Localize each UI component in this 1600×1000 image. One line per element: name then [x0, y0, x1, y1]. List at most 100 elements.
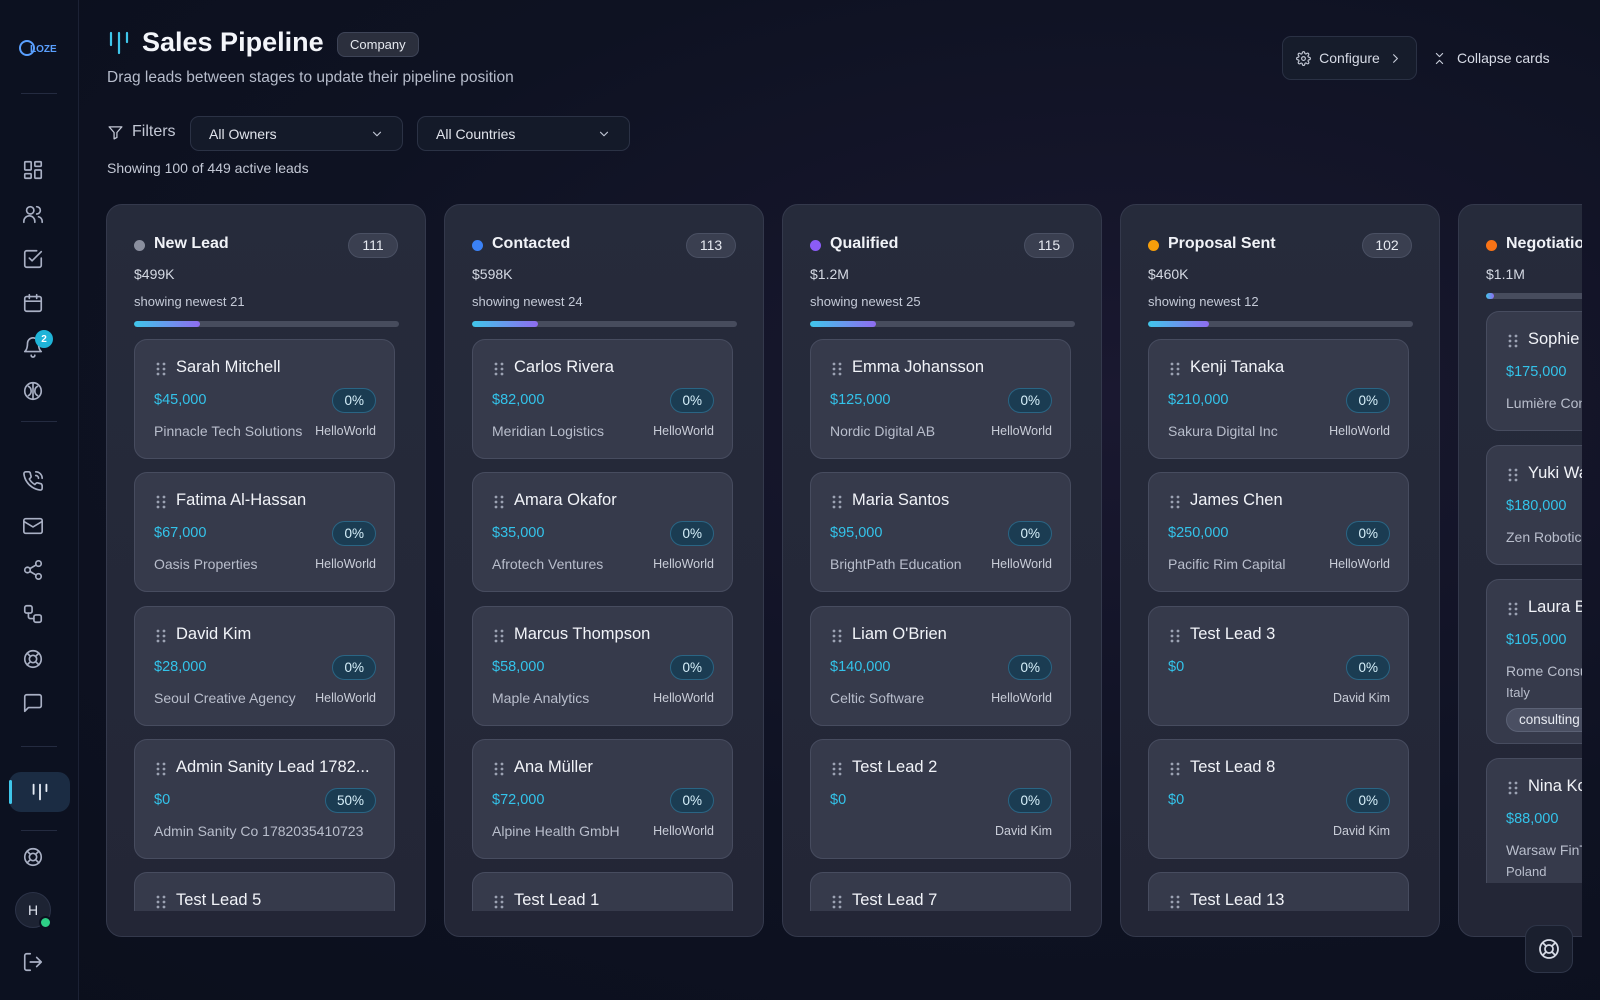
- column-total: $460K: [1148, 266, 1189, 282]
- lead-card[interactable]: Nina Ko$88,000Warsaw FinTPolandfintech: [1486, 758, 1582, 883]
- drag-handle-icon[interactable]: [832, 495, 842, 509]
- calendar-icon[interactable]: [20, 290, 46, 316]
- drag-handle-icon[interactable]: [1170, 762, 1180, 776]
- collapse-cards-button[interactable]: Collapse cards: [1432, 36, 1572, 80]
- lead-card[interactable]: Yuki Wa $180,000 Zen Robotics: [1486, 445, 1582, 565]
- filters-label: Filters: [107, 123, 176, 141]
- drag-handle-icon[interactable]: [832, 629, 842, 643]
- lead-card[interactable]: Test Lead 2 $0 0% David Kim: [810, 739, 1071, 859]
- drag-handle-icon[interactable]: [494, 762, 504, 776]
- lead-card[interactable]: Kenji Tanaka $210,000 0% Sakura Digital Inc…: [1148, 339, 1409, 459]
- lead-company: Afrotech Ventures: [492, 556, 604, 572]
- lead-card[interactable]: Emma Johansson $125,000 0% Nordic Digital A…: [810, 339, 1071, 459]
- pipeline-column[interactable]: Qualified 115 $1.2M showing newest 25 Emma J…: [782, 204, 1102, 937]
- scope-badge[interactable]: Company: [337, 32, 419, 57]
- lead-card[interactable]: Maria Santos $95,000 0% BrightPath Educatio…: [810, 472, 1071, 592]
- lead-value: $72,000: [492, 792, 545, 808]
- lead-card[interactable]: Admin Sanity Lead 1782... $0 50% Admin Sani…: [134, 739, 395, 859]
- drag-handle-icon[interactable]: [1170, 629, 1180, 643]
- app-logo[interactable]: LOZE: [18, 38, 62, 58]
- drag-handle-icon[interactable]: [156, 495, 166, 509]
- drag-handle-icon[interactable]: [1508, 334, 1518, 348]
- drag-handle-icon[interactable]: [1170, 362, 1180, 376]
- drag-handle-icon[interactable]: [1508, 468, 1518, 482]
- lead-name: Nina Ko: [1528, 777, 1582, 795]
- drag-handle-icon[interactable]: [156, 629, 166, 643]
- drag-handle-icon[interactable]: [494, 495, 504, 509]
- drag-handle-icon[interactable]: [156, 362, 166, 376]
- lead-name: Sarah Mitchell: [176, 358, 281, 376]
- drag-handle-icon[interactable]: [494, 362, 504, 376]
- mail-icon[interactable]: [20, 513, 46, 539]
- users-icon[interactable]: [20, 201, 46, 227]
- column-progress: [472, 321, 737, 327]
- lead-card[interactable]: Amara Okafor $35,000 0% Afrotech Ventures He…: [472, 472, 733, 592]
- drag-handle-icon[interactable]: [1170, 495, 1180, 509]
- drag-handle-icon[interactable]: [1170, 895, 1180, 909]
- pipeline-column[interactable]: Proposal Sent 102 $460K showing newest 12 Ke…: [1120, 204, 1440, 937]
- support-icon[interactable]: [20, 646, 46, 672]
- lead-card[interactable]: James Chen $250,000 0% Pacific Rim Capital H…: [1148, 472, 1409, 592]
- lead-card[interactable]: Ana Müller $72,000 0% Alpine Health GmbH Hel…: [472, 739, 733, 859]
- configure-label: Configure: [1319, 50, 1380, 66]
- lead-owner: HelloWorld: [315, 691, 376, 705]
- drag-handle-icon[interactable]: [832, 895, 842, 909]
- share-icon[interactable]: [20, 557, 46, 583]
- sidebar-item-pipeline[interactable]: [9, 772, 70, 812]
- lead-owner: HelloWorld: [653, 691, 714, 705]
- pipeline-column[interactable]: Negotiation $1.1M Sophie $175,000 Lumière Co…: [1458, 204, 1582, 937]
- lead-value: $250,000: [1168, 525, 1229, 541]
- lead-card[interactable]: Test Lead 7: [810, 872, 1071, 911]
- lead-card[interactable]: Test Lead 13: [1148, 872, 1409, 911]
- lead-company: Meridian Logistics: [492, 423, 605, 439]
- dashboard-icon[interactable]: [20, 157, 46, 183]
- drag-handle-icon[interactable]: [156, 762, 166, 776]
- phone-icon[interactable]: [20, 468, 46, 494]
- probability-badge: 0%: [670, 788, 714, 813]
- lead-card[interactable]: Marcus Thompson $58,000 0% Maple Analytics H…: [472, 606, 733, 726]
- column-count-badge: 111: [348, 233, 398, 258]
- lead-card[interactable]: Sophie $175,000 Lumière Con: [1486, 311, 1582, 431]
- lead-value: $180,000: [1506, 498, 1567, 514]
- owner-select[interactable]: All Owners: [190, 116, 403, 151]
- lead-country: Italy: [1506, 685, 1530, 700]
- lead-card[interactable]: Test Lead 8 $0 0% David Kim: [1148, 739, 1409, 859]
- logout-icon[interactable]: [20, 949, 46, 975]
- column-total: $1.1M: [1486, 266, 1525, 282]
- drag-handle-icon[interactable]: [832, 362, 842, 376]
- lead-card[interactable]: Test Lead 5: [134, 872, 395, 911]
- lead-card[interactable]: Liam O'Brien $140,000 0% Celtic Software Hel…: [810, 606, 1071, 726]
- country-select[interactable]: All Countries: [417, 116, 630, 151]
- workflow-icon[interactable]: [20, 601, 46, 627]
- drag-handle-icon[interactable]: [1508, 781, 1518, 795]
- drag-handle-icon[interactable]: [494, 895, 504, 909]
- lead-name: Emma Johansson: [852, 358, 985, 376]
- lead-card[interactable]: Test Lead 3 $0 0% David Kim: [1148, 606, 1409, 726]
- brain-icon[interactable]: [20, 378, 46, 404]
- lead-card[interactable]: David Kim $28,000 0% Seoul Creative Agency H…: [134, 606, 395, 726]
- drag-handle-icon[interactable]: [1508, 602, 1518, 616]
- drag-handle-icon[interactable]: [832, 762, 842, 776]
- chat-icon[interactable]: [20, 690, 46, 716]
- lead-tag[interactable]: consulting: [1506, 708, 1582, 732]
- showing-count: Showing 100 of 449 active leads: [107, 160, 309, 176]
- lead-card[interactable]: Sarah Mitchell $45,000 0% Pinnacle Tech Sol…: [134, 339, 395, 459]
- drag-handle-icon[interactable]: [156, 895, 166, 909]
- lead-card[interactable]: Carlos Rivera $82,000 0% Meridian Logistics…: [472, 339, 733, 459]
- help-button[interactable]: [1525, 925, 1573, 973]
- lead-company: Pacific Rim Capital: [1168, 556, 1286, 572]
- pipeline-column[interactable]: Contacted 113 $598K showing newest 24 Carlos…: [444, 204, 764, 937]
- lead-card[interactable]: Laura B $105,000 Rome Consu Italy consulting: [1486, 579, 1582, 744]
- column-showing: showing newest 21: [134, 294, 245, 309]
- configure-button[interactable]: Configure: [1282, 36, 1417, 80]
- help-icon[interactable]: [20, 844, 46, 870]
- lead-card[interactable]: Test Lead 1: [472, 872, 733, 911]
- lead-owner: David Kim: [995, 824, 1052, 838]
- lead-company: Sakura Digital Inc: [1168, 423, 1278, 439]
- drag-handle-icon[interactable]: [494, 629, 504, 643]
- tasks-icon[interactable]: [20, 246, 46, 272]
- lead-card[interactable]: Fatima Al-Hassan $67,000 0% Oasis Propertie…: [134, 472, 395, 592]
- pipeline-column[interactable]: New Lead 111 $499K showing newest 21 Sarah M…: [106, 204, 426, 937]
- lead-owner: HelloWorld: [991, 557, 1052, 571]
- gear-icon: [1296, 50, 1312, 66]
